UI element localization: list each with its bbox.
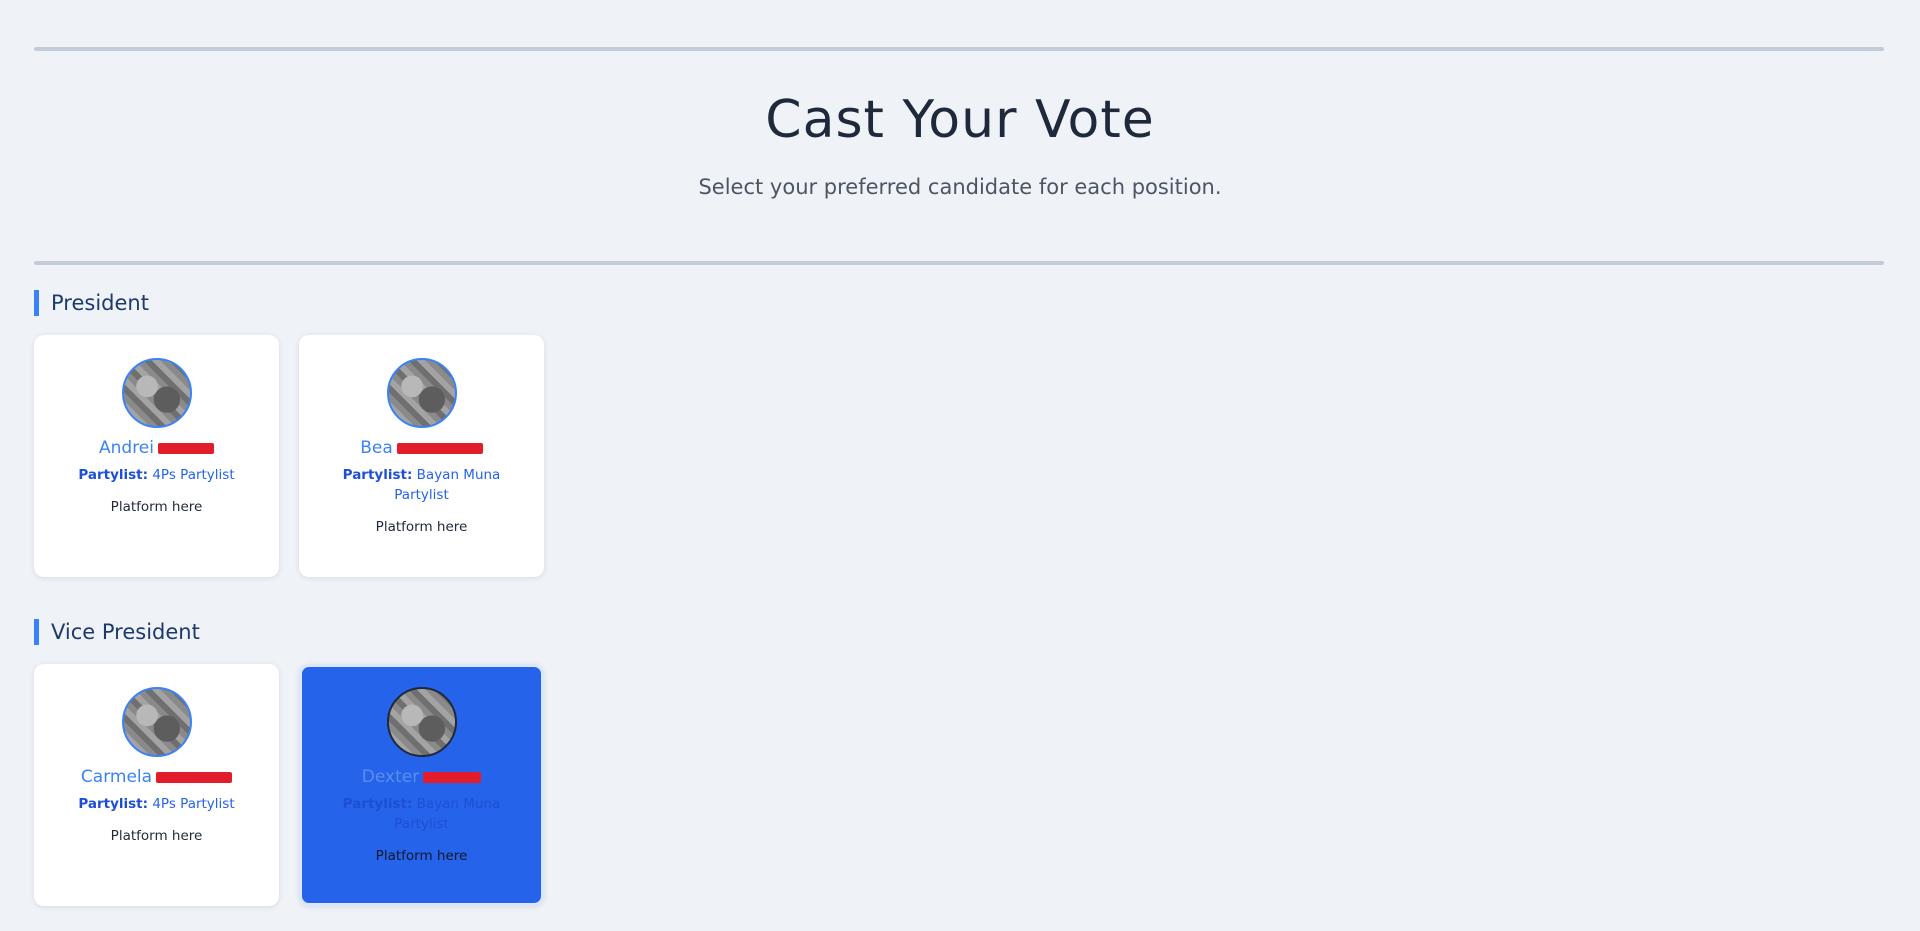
candidate-partylist: Partylist: 4Ps Partylist	[78, 796, 235, 812]
page-title: Cast Your Vote	[765, 90, 1155, 150]
redacted-surname	[423, 771, 482, 783]
top-divider	[34, 47, 1884, 51]
candidate-platform: Platform here	[375, 519, 468, 535]
candidate-photo	[121, 358, 192, 428]
position-heading-vice-president: Vice President	[34, 619, 200, 645]
header-divider	[34, 261, 1884, 265]
candidate-name: Andrei	[34, 437, 279, 459]
candidate-photo	[121, 687, 192, 757]
candidate-card-dexter-selected[interactable]: Dexter Partylist: Bayan Muna Partylist P…	[299, 664, 544, 906]
candidate-platform: Platform here	[110, 828, 203, 844]
candidate-name: Dexter	[302, 766, 541, 788]
redacted-surname	[396, 442, 483, 454]
candidate-card-bea[interactable]: Bea Partylist: Bayan Muna Partylist Plat…	[299, 335, 544, 577]
candidate-photo	[386, 358, 457, 428]
candidate-name: Carmela	[34, 766, 279, 788]
candidate-card-andrei[interactable]: Andrei Partylist: 4Ps Partylist Platform…	[34, 335, 279, 577]
candidate-partylist: Partylist: Bayan Muna Partylist	[342, 467, 501, 503]
position-heading-president: President	[34, 290, 149, 316]
page-subtitle: Select your preferred candidate for each…	[698, 175, 1222, 199]
redacted-surname	[158, 442, 214, 454]
candidate-photo	[386, 687, 457, 757]
candidate-platform: Platform here	[375, 848, 468, 864]
candidate-name: Bea	[299, 437, 544, 459]
candidate-platform: Platform here	[110, 499, 203, 515]
candidate-card-carmela[interactable]: Carmela Partylist: 4Ps Partylist Platfor…	[34, 664, 279, 906]
candidate-partylist: Partylist: Bayan Muna Partylist	[342, 796, 501, 832]
candidate-partylist: Partylist: 4Ps Partylist	[78, 467, 235, 483]
redacted-surname	[156, 771, 233, 783]
